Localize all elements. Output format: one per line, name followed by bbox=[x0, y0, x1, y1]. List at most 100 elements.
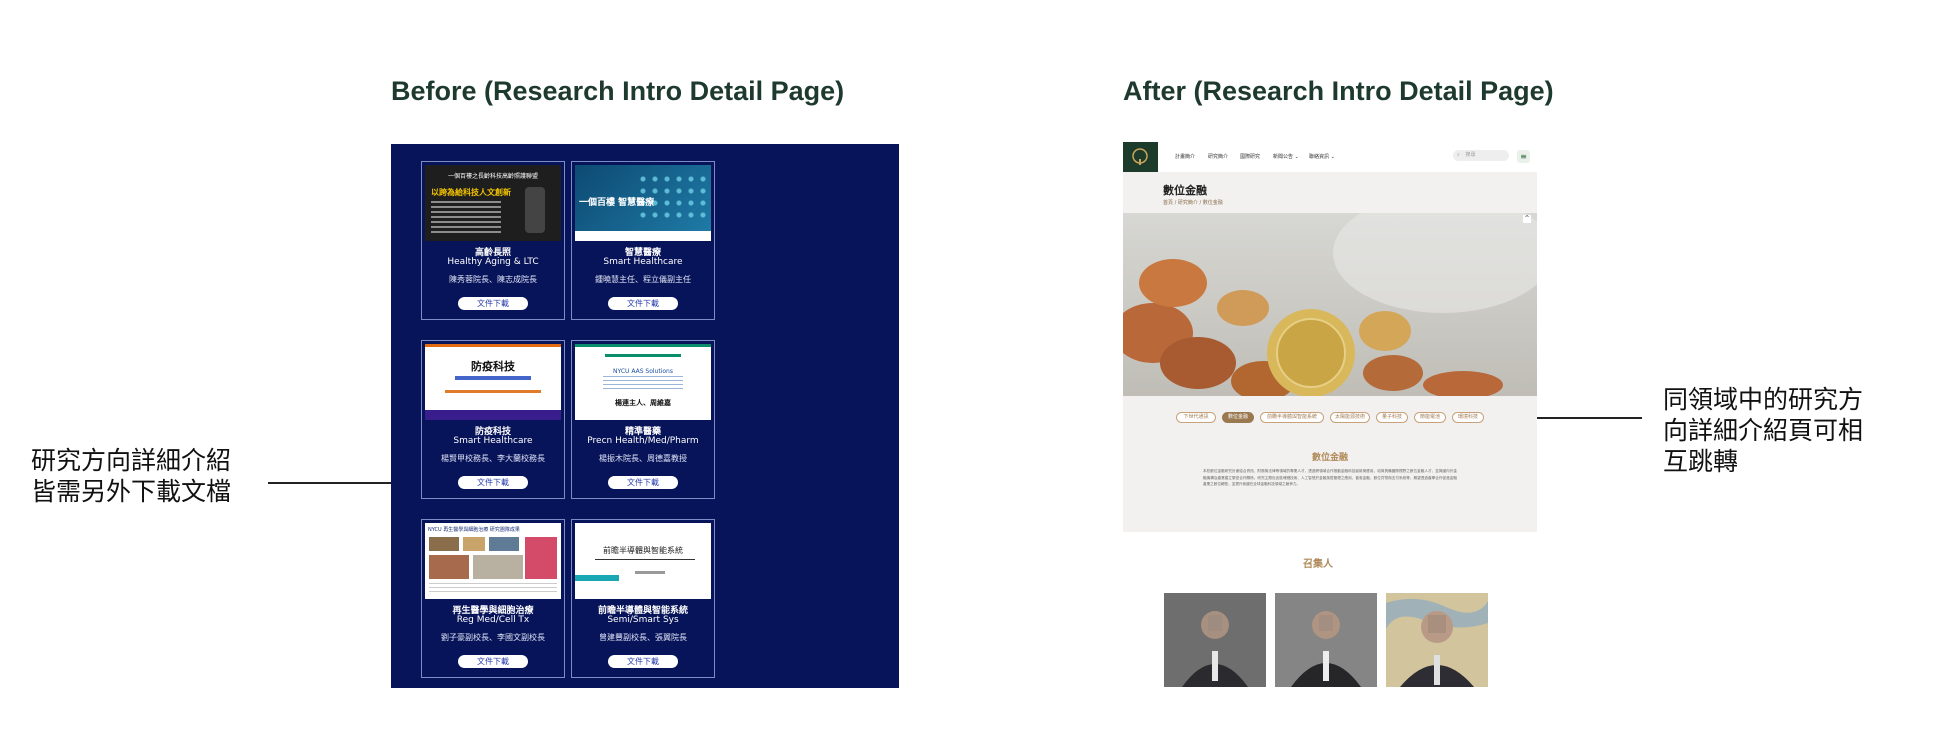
before-annotation-line: 研究方向詳細介紹 bbox=[31, 446, 232, 475]
pill-tab[interactable]: 太陽能源技術 bbox=[1330, 412, 1370, 423]
pill-tab[interactable]: 環境科技 bbox=[1452, 412, 1484, 423]
expand-icon[interactable]: ^ bbox=[1523, 215, 1531, 223]
pill-tab[interactable]: 節能電池 bbox=[1414, 412, 1446, 423]
top-navbar: 計畫簡介 研究簡介 國際研究 新聞公告 ⌄ 聯絡資訊 ⌄ ⌕ 搜尋 ≡ bbox=[1123, 142, 1537, 172]
thumb-photo bbox=[429, 537, 459, 551]
thumb-footer bbox=[425, 410, 561, 420]
file-download-button[interactable]: 文件下載 bbox=[458, 476, 528, 489]
research-card: NYCU AAS Solutions 楊連主人、周維嘉 精準醫藥 Precn H… bbox=[571, 340, 715, 499]
person-silhouette bbox=[1291, 611, 1361, 687]
before-annotation-line: 皆需另外下載文檔 bbox=[31, 477, 232, 506]
card-people: 楊振木院長、周德嘉教授 bbox=[599, 454, 687, 463]
nav-item[interactable]: 國際研究 bbox=[1240, 153, 1260, 160]
convener-label: 召集人 bbox=[1303, 559, 1333, 570]
thumb-subtitle-bar bbox=[455, 376, 531, 380]
thumb-text-block bbox=[603, 376, 683, 390]
before-screenshot: 一個百樓之長齡科技高齡照護聯盟 以跨為給科技人文創新 高齡長照 Healthy … bbox=[391, 144, 899, 688]
tree-logo-icon bbox=[1132, 148, 1148, 165]
before-annotation: 研究方向詳細介紹 皆需另外下載文檔 bbox=[31, 445, 231, 507]
card-thumbnail: 前瞻半導體與智能系統 bbox=[575, 523, 711, 599]
thumb-footer bbox=[575, 231, 711, 241]
card-people: 劉子豪副校長、李國文副校長 bbox=[441, 633, 545, 642]
thumb-subtitle-bar bbox=[635, 571, 665, 574]
after-annotation-line: 向詳細介紹頁可相 bbox=[1663, 416, 1864, 445]
card-title-en: Healthy Aging & LTC bbox=[447, 257, 539, 267]
thumb-text-block bbox=[431, 201, 501, 233]
card-title-en: Semi/Smart Sys bbox=[607, 615, 679, 625]
search-input[interactable]: ⌕ 搜尋 bbox=[1453, 150, 1509, 161]
thumb-subtitle-bar bbox=[445, 390, 541, 393]
nav-item[interactable]: 新聞公告 ⌄ bbox=[1273, 153, 1299, 160]
file-download-button[interactable]: 文件下載 bbox=[608, 655, 678, 668]
thumb-photo bbox=[525, 537, 557, 579]
site-logo[interactable] bbox=[1123, 142, 1158, 172]
thumb-divider bbox=[595, 559, 695, 560]
section-text: 本校數位金融研究計畫結合資訊、財務與法律等領域的專業人才，透過跨領域合作推動金融… bbox=[1203, 469, 1457, 486]
thumb-title-bar bbox=[605, 354, 681, 357]
convener-photo bbox=[1164, 593, 1266, 687]
after-annotation-line: 互跳轉 bbox=[1663, 447, 1739, 476]
research-card: 前瞻半導體與智能系統 前瞻半導體與智能系統 Semi/Smart Sys 曾建豐… bbox=[571, 519, 715, 678]
before-heading: Before (Research Intro Detail Page) bbox=[391, 76, 845, 106]
thumb-text: NYCU 再生醫學與細胞治療 研究團隊成果 bbox=[428, 527, 520, 533]
hamburger-menu-icon[interactable]: ≡ bbox=[1517, 150, 1530, 163]
device-image bbox=[525, 187, 545, 233]
card-people: 鍾曉慧主任、程立儀副主任 bbox=[595, 275, 691, 284]
file-download-button[interactable]: 文件下載 bbox=[458, 297, 528, 310]
nav-item[interactable]: 研究簡介 bbox=[1208, 153, 1228, 160]
thumb-text: 以跨為給科技人文創新 bbox=[431, 188, 511, 197]
page-title: 數位金融 bbox=[1163, 184, 1207, 197]
thumb-text: 一個百樓 智慧醫療 bbox=[579, 198, 655, 208]
section-title: 數位金融 bbox=[1311, 453, 1348, 463]
thumb-stripe bbox=[425, 344, 561, 347]
thumb-photo bbox=[489, 537, 519, 551]
thumb-photo bbox=[429, 555, 469, 579]
thumb-text-block bbox=[429, 583, 557, 595]
thumb-text: 一個百樓之長齡科技高齡照護聯盟 bbox=[447, 173, 538, 180]
research-card: 一個百樓之長齡科技高齡照護聯盟 以跨為給科技人文創新 高齡長照 Healthy … bbox=[421, 161, 565, 320]
search-icon: ⌕ bbox=[1457, 152, 1460, 158]
card-title-en: Smart Healthcare bbox=[453, 436, 533, 446]
after-annotation-line: 同領域中的研究方 bbox=[1663, 385, 1864, 414]
breadcrumb: 首頁 / 研究簡介 / 數位金融 bbox=[1163, 200, 1223, 206]
person-silhouette bbox=[1182, 611, 1248, 687]
thumb-text: NYCU AAS Solutions bbox=[613, 368, 673, 375]
card-title-en: Precn Health/Med/Pharm bbox=[587, 436, 699, 446]
card-thumbnail: 防疫科技 bbox=[425, 344, 561, 420]
after-heading: After (Research Intro Detail Page) bbox=[1123, 76, 1554, 106]
nav-item[interactable]: 計畫簡介 bbox=[1175, 153, 1195, 160]
research-card: NYCU 再生醫學與細胞治療 研究團隊成果 再生醫學與細胞治療 Reg Med/… bbox=[421, 519, 565, 678]
pill-tab[interactable]: 量子科技 bbox=[1376, 412, 1408, 423]
thumb-stripe bbox=[575, 344, 711, 347]
pill-tab[interactable]: 下世代通訊 bbox=[1176, 412, 1216, 423]
thumb-text: 防疫科技 bbox=[471, 360, 515, 373]
file-download-button[interactable]: 文件下載 bbox=[608, 297, 678, 310]
thumb-photo bbox=[473, 555, 523, 579]
hero-image: ^ bbox=[1123, 213, 1537, 396]
after-annotation: 同領域中的研究方 向詳細介紹頁可相 互跳轉 bbox=[1663, 384, 1863, 477]
research-card: 一個百樓 智慧醫療 智慧醫療 Smart Healthcare 鍾曉慧主任、程立… bbox=[571, 161, 715, 320]
research-card: 防疫科技 防疫科技 Smart Healthcare 楊賢甲校務長、李大蘭校務長… bbox=[421, 340, 565, 499]
coins-illustration bbox=[1123, 213, 1537, 396]
card-people: 曾建豐副校長、張翼院長 bbox=[599, 633, 687, 642]
file-download-button[interactable]: 文件下載 bbox=[608, 476, 678, 489]
person-silhouette bbox=[1386, 593, 1488, 687]
card-thumbnail: NYCU 再生醫學與細胞治療 研究團隊成果 bbox=[425, 523, 561, 599]
pill-tab[interactable]: 前瞻半導體與智能系統 bbox=[1260, 412, 1324, 423]
pill-tab-active[interactable]: 數位金融 bbox=[1222, 412, 1254, 423]
nav-item[interactable]: 聯絡資訊 ⌄ bbox=[1309, 153, 1335, 160]
thumb-photo bbox=[463, 537, 485, 551]
card-thumbnail: 一個百樓之長齡科技高齡照護聯盟 以跨為給科技人文創新 bbox=[425, 165, 561, 241]
file-download-button[interactable]: 文件下載 bbox=[458, 655, 528, 668]
card-thumbnail: 一個百樓 智慧醫療 bbox=[575, 165, 711, 241]
thumb-text: 前瞻半導體與智能系統 bbox=[603, 546, 683, 555]
thumb-text: 楊連主人、周維嘉 bbox=[615, 399, 671, 407]
thumb-accent bbox=[575, 575, 619, 581]
card-title-en: Smart Healthcare bbox=[603, 257, 683, 267]
convener-photo bbox=[1275, 593, 1377, 687]
after-screenshot: 計畫簡介 研究簡介 國際研究 新聞公告 ⌄ 聯絡資訊 ⌄ ⌕ 搜尋 ≡ 數位金融… bbox=[1123, 142, 1537, 532]
card-people: 陳秀蓉院長、陳志成院長 bbox=[449, 275, 537, 284]
card-title-en: Reg Med/Cell Tx bbox=[456, 615, 530, 625]
search-placeholder: 搜尋 bbox=[1465, 152, 1476, 158]
card-thumbnail: NYCU AAS Solutions 楊連主人、周維嘉 bbox=[575, 344, 711, 420]
